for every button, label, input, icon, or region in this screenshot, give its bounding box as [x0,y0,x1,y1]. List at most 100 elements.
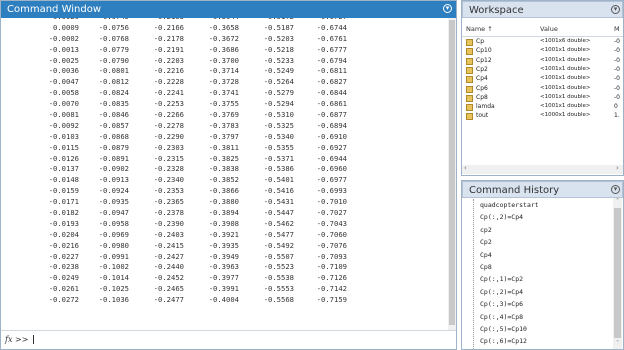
output-value: -0.0790 [98,55,129,65]
output-value: -0.5218 [263,44,294,54]
column-header-name[interactable]: Name ↑ [466,25,493,33]
workspace-variable-row[interactable]: Cp <1001x6 double> -0 [462,38,623,47]
command-history-scrollbar-thumb[interactable] [614,208,621,338]
output-value: -0.2353 [153,186,184,196]
variable-matrix-icon [466,85,473,93]
output-value: -0.0249 [48,273,79,283]
output-value: -0.0846 [98,110,129,120]
history-entry[interactable]: cp2 [480,226,492,234]
output-value: -0.1002 [98,262,129,272]
output-value: -0.0103 [48,131,79,141]
variable-name: Cp6 [476,84,488,92]
scroll-down-icon[interactable]: ˅ [613,340,622,347]
history-entry[interactable]: Cp(:,6)=Cp12 [480,337,527,345]
output-value: -0.5355 [263,142,294,152]
variable-name: Cp8 [476,93,488,101]
scroll-right-icon[interactable]: › [616,164,619,172]
output-value: -0.0193 [48,218,79,228]
output-value: -0.0272 [48,295,79,305]
workspace-variable-row[interactable]: Cp10 <1001x1 double> -0 [462,47,623,56]
output-value: -0.5568 [263,295,294,305]
workspace-horizontal-scrollbar[interactable]: ‹ › [462,164,623,174]
workspace-variable-row[interactable]: Cp8 <1001x1 double> -0 [462,94,623,103]
output-value: -0.3894 [208,208,239,218]
workspace-variable-row[interactable]: Cp2 <1001x1 double> -0 [462,66,623,75]
command-window-output: 0.0020-0.0745 -0.2153 -0.3644 -0.5172 -0.672… [1,18,448,330]
output-value: -0.3728 [208,77,239,87]
output-value: -0.5310 [263,110,294,120]
workspace-variable-row[interactable]: Cp6 <1001x1 double> -0 [462,85,623,94]
command-history-titlebar: Command History ▾ [462,181,623,198]
history-entry[interactable]: Cp(:,4)=Cp8 [480,313,523,321]
variable-max: -0 [614,56,620,64]
variable-max: -0 [614,65,620,73]
output-value: -0.0047 [48,77,79,87]
command-history-title: Command History [469,185,560,196]
output-row: -0.0013 -0.0779 -0.2191 -0.3686 -0.5218 -0.67… [1,45,448,56]
output-value: -0.2178 [153,33,184,43]
output-value: -0.3769 [208,110,239,120]
output-value: -0.2340 [153,175,184,185]
output-row: -0.0002 -0.0768 -0.2178 -0.3672 -0.5203 -0.67… [1,34,448,45]
output-value: -0.5431 [263,197,294,207]
command-window[interactable]: Command Window ▾ 0.0020-0.0745-0.2153-0.… [0,0,457,350]
command-history-menu-icon[interactable]: ▾ [611,185,620,194]
scroll-left-icon[interactable]: ‹ [464,164,467,172]
history-entry[interactable]: Cp4 [480,251,492,259]
output-value: -0.0137 [48,164,79,174]
workspace-variable-row[interactable]: tout <1000x1 double> 1. [462,112,623,121]
history-entry[interactable]: Cp(:,1)=Cp2 [480,275,523,283]
history-entry[interactable]: Cp(:,5)=Cp10 [480,325,527,333]
history-entry[interactable]: Cp(:,2)=Cp4 [480,288,523,296]
output-value: -0.3852 [208,175,239,185]
variable-max: 0 [614,103,618,111]
output-value: -0.7109 [316,262,347,272]
variable-value: <1001x1 double> [540,103,591,110]
output-value: -0.3963 [208,262,239,272]
output-value: -0.2278 [153,120,184,130]
output-value: -0.0835 [98,99,129,109]
output-value: -0.7126 [316,273,347,283]
command-history-panel[interactable]: Command History ▾ quadcopterstart Cp(:,2)… [461,180,624,350]
history-entry[interactable]: Cp8 [480,263,492,271]
command-window-menu-icon[interactable]: ▾ [443,4,452,13]
command-prompt-line[interactable]: fx >> [1,330,456,349]
history-entry[interactable]: quadcopterstart [480,201,539,209]
output-value: -0.6811 [316,66,347,76]
variable-matrix-icon [466,57,473,65]
history-entry[interactable]: Cp(:,2)=Cp4 [480,213,523,221]
output-value: -0.0081 [48,110,79,120]
variable-max: -0 [614,47,620,55]
column-header-value[interactable]: Value [540,25,558,33]
workspace-variable-row[interactable]: Cp4 <1001x1 double> -0 [462,75,623,84]
workspace-panel[interactable]: Workspace ▾ Name ↑ Value M Cp <1001x6 dou… [461,0,624,176]
output-value: 0.0009 [53,22,79,32]
workspace-variable-row[interactable]: lamda <1001x1 double> 0 [462,103,623,112]
output-value: -0.2228 [153,77,184,87]
workspace-menu-icon[interactable]: ▾ [611,5,620,14]
variable-name: Cp12 [476,56,492,64]
workspace-variable-row[interactable]: Cp12 <1001x1 double> -0 [462,57,623,66]
output-value: -0.2465 [153,284,184,294]
scroll-up-icon[interactable]: ˄ [613,198,622,205]
function-browser-icon[interactable]: fx [5,335,12,344]
history-entry[interactable]: Cp2 [480,238,492,246]
output-value: -0.5553 [263,284,294,294]
command-window-scrollbar[interactable] [448,18,456,330]
output-value: 0.0020 [31,18,79,21]
output-value: -0.0891 [98,153,129,163]
variable-name: Cp2 [476,65,488,73]
output-value: -0.7027 [316,208,347,218]
command-window-title: Command Window [7,4,102,15]
history-tree-line [473,199,475,349]
output-value: -0.5172 [246,18,294,21]
column-header-max[interactable]: M [614,25,620,33]
variable-matrix-icon [466,48,473,56]
output-value: -0.0115 [48,142,79,152]
command-window-scrollbar-thumb[interactable] [449,20,455,325]
history-entry[interactable]: Cp(:,3)=Cp6 [480,300,523,308]
variable-value: <1001x6 double> [540,38,591,44]
output-value: -0.0779 [98,44,129,54]
output-value: -0.2266 [153,110,184,120]
command-history-scrollbar[interactable]: ˄ ˅ [613,198,622,349]
